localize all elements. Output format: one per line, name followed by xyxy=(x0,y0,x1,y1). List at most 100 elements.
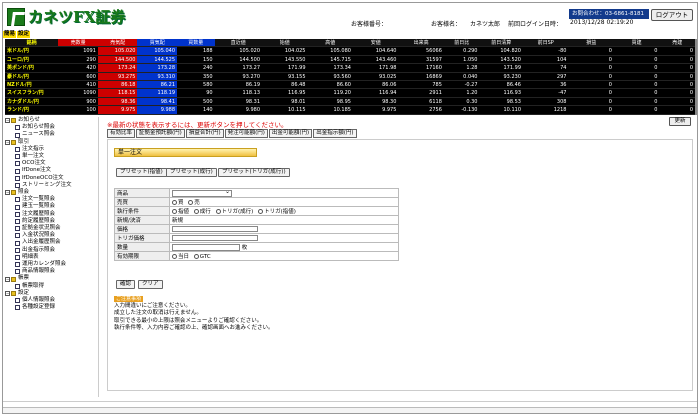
price-cell[interactable]: 98.36 xyxy=(97,97,138,106)
trigger-price-input[interactable] xyxy=(172,234,258,242)
refresh-button[interactable]: 更新 xyxy=(669,117,691,126)
collapse-icon[interactable]: − xyxy=(5,139,10,145)
buy-label: 買 xyxy=(178,200,184,206)
menu-item[interactable]: 明細表 xyxy=(5,254,98,261)
price-cell: 93.230 xyxy=(503,73,522,80)
menu-item[interactable]: 約定履歴照会 xyxy=(5,218,98,225)
price-input[interactable] xyxy=(172,225,258,233)
tab-margin-ratio[interactable]: 有効比率 xyxy=(107,129,136,138)
tab-withdrawable[interactable]: 出金可能額(円) xyxy=(268,129,313,138)
price-cell: スイスフラン/円 xyxy=(7,90,44,97)
collapse-icon[interactable]: − xyxy=(5,190,10,196)
price-cell[interactable]: 86.18 xyxy=(97,80,138,89)
price-cell: 0 xyxy=(654,73,658,80)
menu-item[interactable]: 注文履歴照会 xyxy=(5,211,98,218)
menu-item[interactable]: 出金指示照会 xyxy=(5,247,98,254)
price-board-row[interactable]: 英ポンド/円 420 173.24 173.28 240 173.27 171.99 173.… xyxy=(5,64,695,73)
price-cell: 105.080 xyxy=(330,48,351,55)
price-board-row[interactable]: スイスフラン/円 1090 118.15 118.19 90 118.13 116.95 11… xyxy=(5,89,695,98)
price-cell: 240 xyxy=(203,65,213,72)
price-cell[interactable]: 93.275 xyxy=(97,72,138,80)
price-cell: 116.94 xyxy=(378,90,397,97)
price-cell[interactable]: 9.975 xyxy=(97,106,138,114)
tab-withdrawal-instructed[interactable]: 出金指示額(円) xyxy=(313,129,357,138)
clear-button[interactable]: クリア xyxy=(138,280,163,289)
column-header: 売建 xyxy=(672,40,683,46)
menu-item[interactable]: 建玉一覧照会 xyxy=(5,203,98,210)
menu-item[interactable]: IfDone注文 xyxy=(5,167,98,174)
price-cell[interactable]: 173.28 xyxy=(137,64,178,72)
sell-radio[interactable] xyxy=(188,200,194,205)
confirm-button[interactable]: 確認 xyxy=(116,280,136,289)
last-login-label: 前回ログイン日時： xyxy=(508,21,563,28)
page-icon xyxy=(15,218,20,224)
price-cell[interactable]: 144.525 xyxy=(137,55,178,64)
price-cell[interactable]: 173.24 xyxy=(97,64,138,72)
menu-item[interactable]: ストリーミング注文 xyxy=(5,182,98,189)
expiry-gtc-radio[interactable] xyxy=(193,254,199,259)
price-cell: 10.185 xyxy=(333,107,351,114)
exec-trigger-market-radio[interactable] xyxy=(215,209,221,214)
logout-button[interactable]: ログアウト xyxy=(651,9,693,21)
menu-item[interactable]: 注文指示 xyxy=(5,146,98,153)
caution-box: ご注意事項 入力間違いにご注意ください。 成立した注文の取消は行えません。 取引… xyxy=(114,296,274,332)
price-cell: 0 xyxy=(689,65,693,72)
menu-item[interactable]: 帳票取得 xyxy=(5,283,98,290)
price-cell: 0 xyxy=(654,56,658,63)
price-cell[interactable]: 118.15 xyxy=(97,89,138,97)
product-select[interactable] xyxy=(172,188,232,197)
quantity-input[interactable] xyxy=(172,244,240,251)
preset-market-button[interactable]: プリセット(成行) xyxy=(166,168,217,177)
menu-group[interactable]: − 帳票 xyxy=(5,275,98,282)
menu-item[interactable]: 各種設定登録 xyxy=(5,304,98,311)
footer-divider xyxy=(3,401,697,402)
menu-item[interactable]: ニュース照会 xyxy=(5,131,98,138)
price-board-scrollbar[interactable] xyxy=(695,39,697,115)
menu-item-label: 出金指示照会 xyxy=(22,246,56,253)
price-cell: 1.20 xyxy=(466,90,478,97)
price-board-row[interactable]: ユーロ/円 290 144.500 144.525 150 144.500 143.550 1… xyxy=(5,55,695,65)
tab-simple[interactable]: 簡易 xyxy=(3,31,17,38)
price-cell: 420 xyxy=(86,65,96,72)
price-cell[interactable]: 98.41 xyxy=(137,97,178,106)
exec-trigger-limit-radio[interactable] xyxy=(258,209,264,214)
collapse-icon[interactable]: − xyxy=(5,290,10,296)
price-cell[interactable]: 118.19 xyxy=(137,89,178,97)
menu-item[interactable]: OCO注文 xyxy=(5,160,98,167)
menu-group[interactable]: − 設定 xyxy=(5,290,98,297)
exec-market-radio[interactable] xyxy=(193,209,199,214)
price-cell[interactable]: 144.500 xyxy=(97,55,138,64)
price-cell: 143.520 xyxy=(500,56,521,63)
price-board-row[interactable]: NZドル/円 410 86.18 86.21 580 86.19 86.48 86.60 86.… xyxy=(5,80,695,90)
tab-settings[interactable]: 設定 xyxy=(17,31,31,38)
menu-group-label: 帳票 xyxy=(18,275,30,282)
menu-item[interactable]: 入出金履歴照会 xyxy=(5,239,98,246)
menu-item[interactable]: 単一注文 xyxy=(5,153,98,160)
price-board-row[interactable]: 米ドル/円 1091 105.020 105.040 188 105.020 104.025… xyxy=(5,47,695,56)
menu-item[interactable]: IfDoneOCO注文 xyxy=(5,175,98,182)
price-cell[interactable]: 105.040 xyxy=(137,47,178,55)
price-board-row[interactable]: カナダドル/円 900 98.36 98.41 500 98.31 98.01 98.95 98… xyxy=(5,97,695,107)
price-cell[interactable]: 86.21 xyxy=(137,80,178,89)
tab-margin-deposit[interactable]: 証拠金預託額(円) xyxy=(136,129,185,138)
exec-limit-radio[interactable] xyxy=(172,209,177,214)
page-icon xyxy=(15,161,20,167)
price-board-row[interactable]: ランド/円 100 9.975 9.988 140 9.980 10.115 10.185 9.… xyxy=(5,106,695,115)
price-cell[interactable]: 9.988 xyxy=(137,106,178,114)
preset-trigger-market-button[interactable]: プリセット(トリガ(成行)) xyxy=(218,168,290,177)
price-cell[interactable]: 105.020 xyxy=(97,47,138,55)
price-cell[interactable]: 93.310 xyxy=(137,72,178,80)
tab-pl-total[interactable]: 損益合計(円) xyxy=(185,129,224,138)
price-cell: 2911 xyxy=(429,90,442,97)
price-cell: 10.115 xyxy=(288,107,306,114)
tab-order-capacity[interactable]: 発注可能額(円) xyxy=(224,129,268,138)
new-close-value: 新規 xyxy=(169,215,399,225)
collapse-icon[interactable]: − xyxy=(5,276,10,282)
menu-group[interactable]: − 取引 xyxy=(5,139,98,146)
price-cell: 0 xyxy=(654,81,658,88)
expiry-today-radio[interactable] xyxy=(172,254,177,259)
buy-radio[interactable] xyxy=(172,200,177,205)
preset-limit-button[interactable]: プリセット(指値) xyxy=(116,168,167,177)
collapse-icon[interactable]: − xyxy=(5,118,10,124)
price-board-row[interactable]: 豪ドル/円 600 93.275 93.310 350 93.270 93.155 93.56… xyxy=(5,72,695,81)
